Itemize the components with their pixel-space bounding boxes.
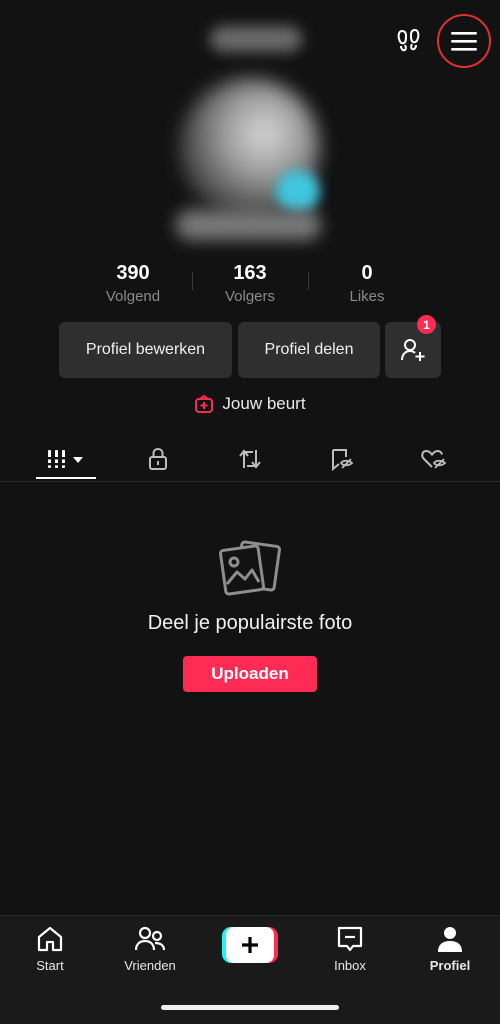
stat-divider [192, 272, 193, 290]
nav-profile[interactable]: Profiel [405, 924, 495, 986]
add-friend-badge: 1 [417, 315, 436, 334]
hamburger-menu-icon [451, 32, 477, 51]
avatar-add-badge[interactable] [276, 170, 320, 214]
stat-following[interactable]: 390 Volgend [78, 260, 188, 308]
edit-profile-button[interactable]: Profiel bewerken [59, 322, 232, 378]
top-bar [0, 0, 500, 80]
tab-private[interactable] [128, 436, 188, 481]
heart-hidden-icon [421, 449, 447, 469]
repost-icon [239, 448, 261, 469]
tab-reposts[interactable] [220, 436, 280, 481]
stat-divider [308, 272, 309, 290]
plus-icon [242, 937, 258, 953]
blurred-username [210, 26, 302, 52]
lock-icon [149, 447, 167, 470]
bookmark-hidden-icon [332, 448, 354, 471]
share-profile-button[interactable]: Profiel delen [238, 322, 380, 378]
profile-stats: 390 Volgend 163 Volgers 0 Likes [0, 260, 500, 312]
nav-friends-label: Vrienden [124, 958, 176, 973]
gift-plus-icon [195, 394, 214, 413]
grid-icon [47, 449, 83, 468]
stat-following-label: Volgend [105, 288, 161, 305]
photos-icon [219, 540, 281, 596]
stat-followers-label: Volgers [224, 288, 276, 305]
add-user-icon [401, 339, 425, 361]
stat-likes-label: Likes [349, 288, 385, 305]
blurred-handle [176, 210, 321, 240]
content-tabs [0, 436, 500, 482]
tab-favorites[interactable] [312, 436, 372, 481]
active-tab-indicator [36, 477, 96, 479]
menu-button[interactable] [437, 14, 491, 68]
avatar-container[interactable] [172, 78, 332, 218]
home-indicator[interactable] [161, 1005, 339, 1010]
upload-button[interactable]: Uploaden [183, 656, 317, 692]
nav-inbox[interactable]: Inbox [305, 924, 395, 986]
footprints-button[interactable] [393, 25, 425, 57]
nav-start[interactable]: Start [5, 924, 95, 986]
bottom-navigation: Start Vrienden Inbox Profiel [0, 915, 500, 1024]
footprints-icon [397, 28, 420, 52]
profile-icon [438, 927, 462, 952]
inbox-icon [337, 926, 363, 952]
your-turn-link[interactable]: Jouw beurt [0, 392, 500, 416]
nav-friends[interactable]: Vrienden [105, 924, 195, 986]
add-friend-button[interactable]: 1 [385, 315, 441, 378]
empty-state: Deel je populairste foto Uploaden [0, 540, 500, 692]
stat-followers-value: 163 [233, 262, 267, 284]
stat-following-value: 390 [116, 262, 150, 284]
your-turn-label: Jouw beurt [222, 394, 306, 413]
friends-icon [134, 926, 166, 951]
tab-posts[interactable] [36, 436, 96, 481]
tab-liked[interactable] [404, 436, 464, 481]
stat-followers[interactable]: 163 Volgers [195, 260, 305, 308]
home-icon [37, 926, 63, 952]
stat-likes-value: 0 [361, 262, 373, 284]
nav-profile-label: Profiel [429, 958, 471, 973]
empty-state-title: Deel je populairste foto [147, 612, 353, 634]
profile-actions: Profiel bewerken Profiel delen 1 [0, 315, 500, 378]
create-button[interactable] [222, 927, 278, 963]
create-button-face [226, 927, 274, 963]
nav-inbox-label: Inbox [334, 958, 366, 973]
stat-likes[interactable]: 0 Likes [312, 260, 422, 308]
nav-start-label: Start [36, 958, 64, 973]
